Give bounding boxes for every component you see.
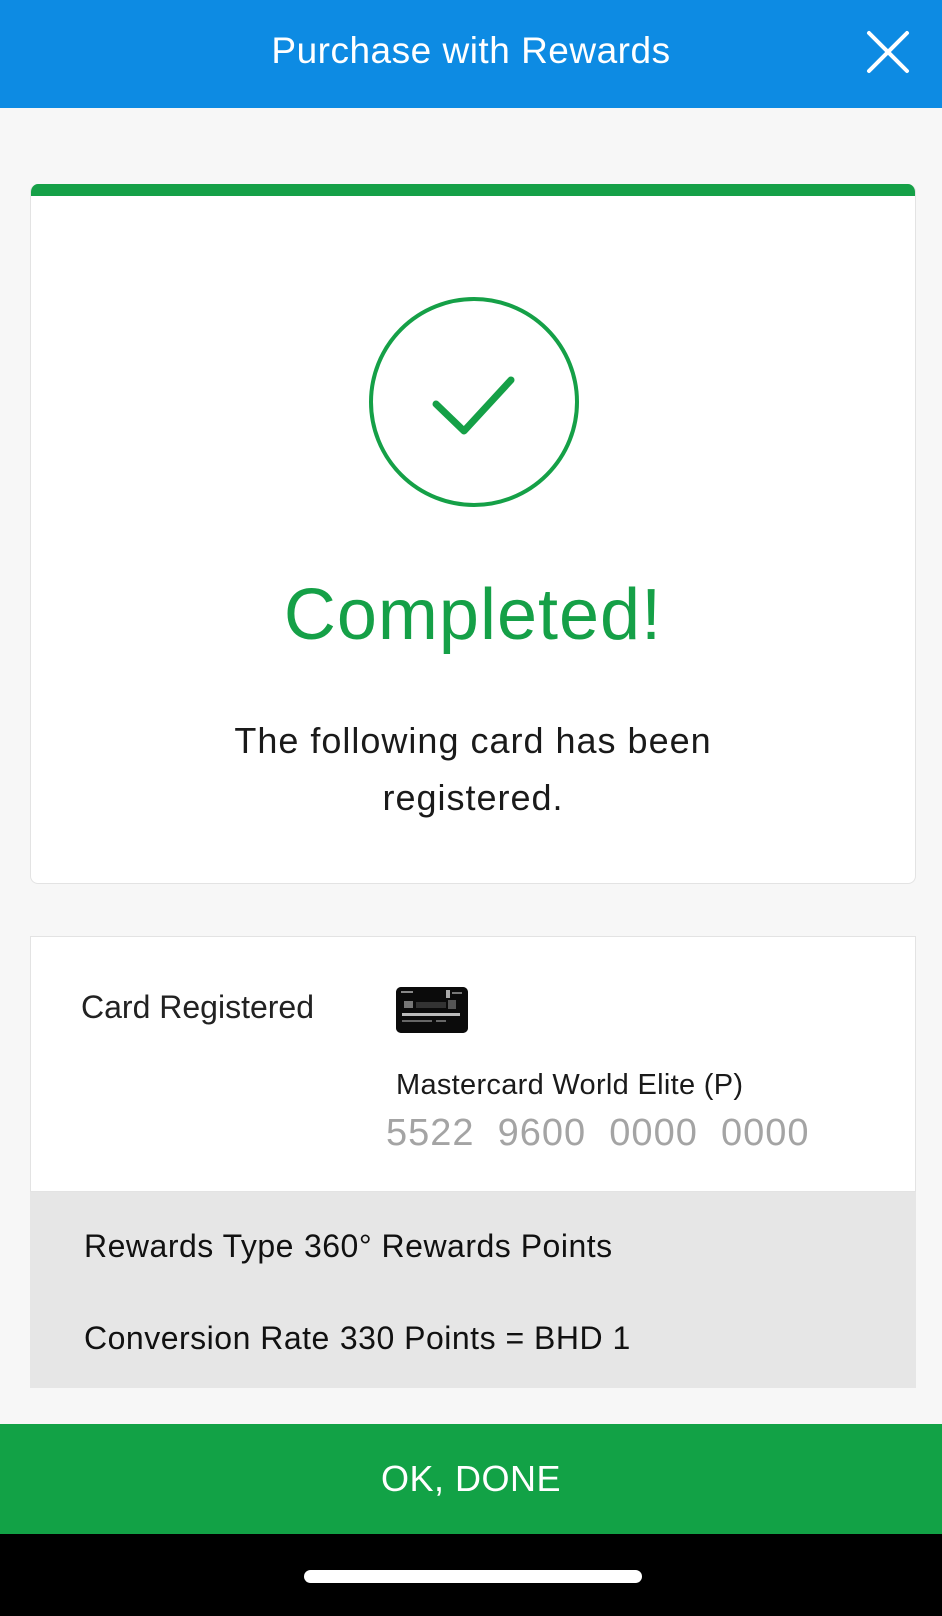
credit-card-icon	[396, 987, 468, 1033]
conversion-rate-label: Conversion Rate	[84, 1320, 330, 1356]
app-header: Purchase with Rewards	[0, 0, 942, 108]
status-top-bar	[31, 184, 915, 196]
close-button[interactable]	[864, 28, 912, 76]
page-title: Purchase with Rewards	[271, 30, 671, 71]
checkmark-circle-icon	[369, 297, 579, 507]
card-number: 5522 9600 0000 0000	[386, 1112, 810, 1154]
rewards-type-value: 360° Rewards Points	[303, 1228, 613, 1264]
rewards-type-label: Rewards Type	[84, 1228, 294, 1264]
status-card: Completed! The following card has been r…	[30, 184, 916, 884]
card-registered-label: Card Registered	[81, 989, 314, 1025]
rewards-type-row: Rewards Type 360° Rewards Points	[84, 1228, 613, 1265]
conversion-rate-row: Conversion Rate 330 Points = BHD 1	[84, 1320, 631, 1357]
card-name: Mastercard World Elite (P)	[396, 1069, 744, 1101]
rewards-info-panel: Rewards Type 360° Rewards Points Conversi…	[30, 1192, 916, 1388]
close-icon	[867, 31, 909, 73]
system-bottom-bar	[0, 1534, 942, 1616]
card-details: Card Registered Mastercard World Elite (…	[30, 936, 916, 1192]
status-message: The following card has been registered.	[234, 720, 712, 818]
home-indicator[interactable]	[304, 1570, 642, 1583]
status-title: Completed!	[283, 575, 663, 655]
ok-done-button[interactable]: OK, DONE	[0, 1424, 942, 1534]
conversion-rate-value: 330 Points = BHD 1	[339, 1320, 631, 1356]
